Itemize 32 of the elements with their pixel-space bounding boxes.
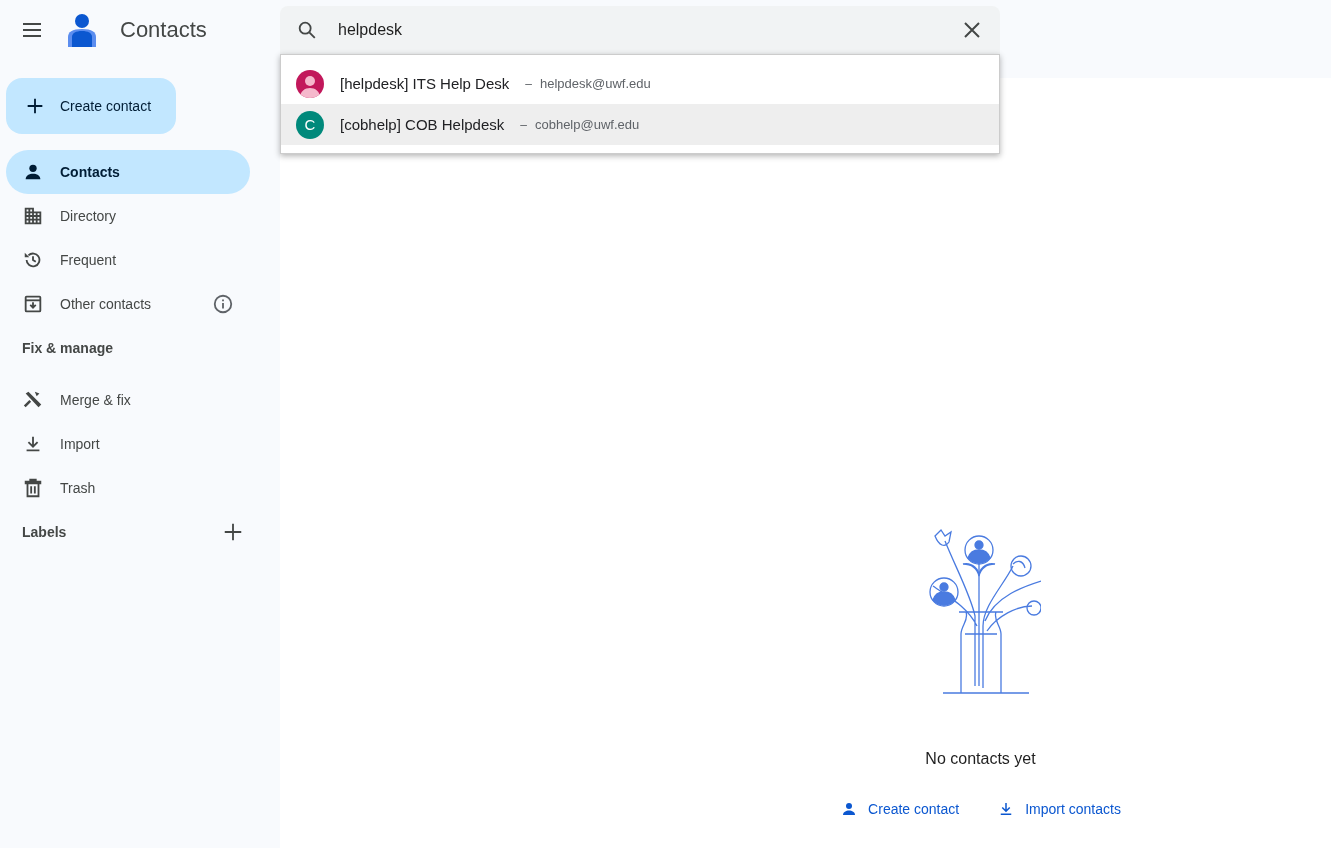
result-name: [cobhelp] COB Helpdesk bbox=[340, 116, 505, 133]
result-email: helpdesk@uwf.edu bbox=[539, 76, 651, 91]
search-field[interactable]: helpdesk bbox=[336, 20, 942, 40]
nav-item[interactable]: Trash bbox=[6, 466, 250, 510]
create-contact-button[interactable]: Create contact bbox=[6, 78, 176, 134]
archive-icon bbox=[22, 293, 44, 315]
nav-item[interactable]: Import bbox=[6, 422, 250, 466]
empty-state-link[interactable]: Import contacts bbox=[997, 800, 1121, 818]
nav-item[interactable]: Directory bbox=[6, 194, 250, 238]
result-name: [helpdesk] ITS Help Desk bbox=[340, 75, 510, 92]
result-email: cobhelp@uwf.edu bbox=[534, 117, 640, 132]
nav-item[interactable]: Frequent bbox=[6, 238, 250, 282]
letter-avatar: C bbox=[296, 110, 324, 139]
nav-item[interactable]: Contacts bbox=[6, 150, 250, 194]
trash-icon bbox=[22, 477, 44, 499]
contacts-logo-icon bbox=[66, 13, 98, 47]
section-heading: Fix & manage bbox=[22, 340, 114, 356]
app-title: Contacts bbox=[120, 17, 207, 43]
search-result[interactable]: [helpdesk] ITS Help Desk – helpdesk@uwf.edu bbox=[281, 63, 999, 104]
search-bar[interactable]: helpdesk bbox=[280, 6, 1000, 54]
section-heading: Labels bbox=[22, 524, 67, 540]
empty-state-message: No contacts yet bbox=[925, 750, 1036, 768]
search-icon[interactable] bbox=[296, 19, 318, 41]
separator-dash: – bbox=[525, 76, 532, 91]
building-icon bbox=[22, 205, 44, 227]
nav-item[interactable]: Merge & fix bbox=[6, 378, 250, 422]
search-result[interactable]: C [cobhelp] COB Helpdesk – cobhelp@uwf.edu bbox=[281, 104, 999, 145]
add-label-button[interactable] bbox=[222, 521, 244, 543]
info-icon[interactable] bbox=[212, 293, 234, 315]
nav-item[interactable]: Other contacts bbox=[6, 282, 250, 326]
empty-state-link[interactable]: Create contact bbox=[840, 800, 960, 818]
separator-dash: – bbox=[520, 117, 527, 132]
